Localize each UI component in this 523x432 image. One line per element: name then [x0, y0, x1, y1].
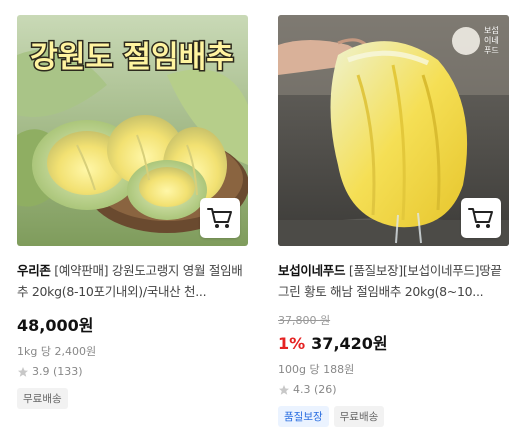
- unit-price: 1kg 당 2,400원: [17, 345, 97, 358]
- rating: 4.3 (26): [278, 383, 509, 396]
- product-price: 37,420원: [311, 334, 388, 353]
- product-image[interactable]: 보섭 이네 푸드: [278, 15, 509, 246]
- product-name: [예약판매] 강원도고랭지 영월 절임배추 20kg(8-10포기내외)/국내산…: [17, 263, 243, 299]
- quality-guarantee-badge: 품질보장: [278, 406, 329, 427]
- logo-text: 푸드: [484, 46, 499, 55]
- rating: 3.9 (133): [17, 365, 248, 378]
- discount-rate: 1%: [278, 334, 306, 353]
- price-row: 48,000원: [17, 312, 248, 336]
- unit-price: 100g 당 188원: [278, 363, 355, 376]
- add-to-cart-button[interactable]: [461, 198, 501, 238]
- rating-value: 3.9 (133): [32, 365, 83, 378]
- product-image[interactable]: 강원도 절임배추: [17, 15, 248, 246]
- cart-icon: [207, 208, 232, 228]
- add-to-cart-button[interactable]: [200, 198, 240, 238]
- logo-text: 보섭: [484, 25, 499, 35]
- image-caption: 강원도 절임배추: [30, 40, 234, 75]
- product-title[interactable]: 보섭이네푸드 [품질보장][보섭이네푸드]땅끝그린 황토 해남 절임배추 20k…: [278, 260, 509, 302]
- star-icon: [279, 384, 289, 395]
- free-shipping-badge: 무료배송: [17, 388, 68, 409]
- free-shipping-badge: 무료배송: [333, 406, 385, 427]
- badge-list: 무료배송: [17, 388, 248, 409]
- product-price: 48,000원: [17, 316, 94, 335]
- product-card[interactable]: 보섭 이네 푸드 보섭이네푸드 [품질보장][보섭이네푸드]땅끝그린 황토 해남…: [278, 15, 509, 427]
- price-row: 1% 37,420원: [278, 330, 509, 354]
- product-brand: 보섭이네푸드: [278, 263, 346, 278]
- rating-value: 4.3 (26): [293, 383, 337, 396]
- product-title[interactable]: 우리존 [예약판매] 강원도고랭지 영월 절임배추 20kg(8-10포기내외)…: [17, 260, 248, 302]
- logo-text: 이네: [484, 35, 499, 45]
- badge-list: 품질보장 무료배송: [278, 406, 509, 427]
- product-brand: 우리존: [17, 263, 51, 278]
- product-card[interactable]: 강원도 절임배추 우리존 [예약판매] 강원도고랭지 영월 절임배추 20kg(…: [17, 15, 248, 409]
- star-icon: [18, 366, 28, 377]
- cart-icon: [468, 208, 493, 228]
- original-price: 37,800 원: [278, 314, 331, 327]
